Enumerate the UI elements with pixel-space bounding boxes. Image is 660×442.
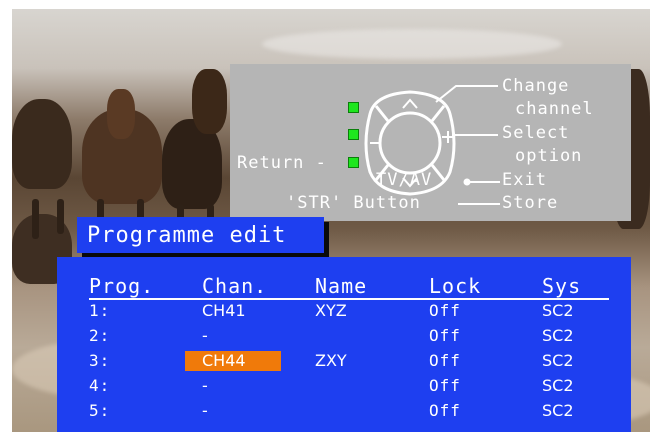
row-chan[interactable]: - [202, 326, 208, 346]
programme-table: Prog. Chan. Name Lock Sys 1: CH41 XYZ Of… [57, 257, 631, 432]
exit-label: Exit [502, 170, 547, 190]
menu-title-bar: Programme edit [77, 217, 324, 253]
col-header-chan: Chan. [202, 274, 268, 298]
row-lock[interactable]: Off [429, 301, 461, 321]
row-prog: 1: [89, 301, 111, 320]
row-sys[interactable]: SC2 [542, 376, 574, 396]
led-indicator-return [348, 157, 359, 168]
led-indicator-top [348, 102, 359, 113]
col-header-lock: Lock [429, 274, 482, 298]
change-label: Change [502, 76, 570, 96]
led-indicator-middle [348, 129, 359, 140]
row-prog: 3: [89, 351, 111, 370]
row-sys[interactable]: SC2 [542, 301, 574, 321]
row-lock[interactable]: Off [429, 326, 461, 346]
row-chan-highlighted[interactable]: CH44 [185, 351, 281, 371]
option-label: option [515, 146, 583, 166]
row-lock[interactable]: Off [429, 351, 461, 371]
store-label: Store [502, 193, 559, 213]
col-header-sys: Sys [542, 274, 582, 298]
row-lock[interactable]: Off [429, 401, 461, 421]
up-arrow-icon [402, 98, 418, 109]
row-sys[interactable]: SC2 [542, 401, 574, 421]
col-header-name: Name [315, 274, 368, 298]
dpad-inner-ring [378, 111, 442, 175]
row-lock[interactable]: Off [429, 376, 461, 396]
row-name[interactable]: XYZ [315, 301, 347, 321]
row-prog: 2: [89, 326, 111, 345]
row-chan[interactable]: - [202, 376, 208, 396]
header-divider [89, 298, 609, 300]
str-button-label: 'STR' Button [286, 193, 421, 213]
row-name[interactable]: ZXY [315, 351, 347, 371]
row-chan[interactable]: CH41 [202, 301, 246, 321]
exit-dot-icon [463, 178, 471, 186]
select-label: Select [502, 123, 570, 143]
return-label: Return - [237, 153, 327, 173]
tv-screen: Change channel Select option Return - TV… [12, 9, 650, 432]
dpad-segment-lines [374, 105, 446, 181]
col-header-prog: Prog. [89, 274, 155, 298]
row-chan[interactable]: - [202, 401, 208, 421]
menu-title: Programme edit [87, 223, 287, 248]
row-sys[interactable]: SC2 [542, 326, 574, 346]
row-prog: 5: [89, 401, 111, 420]
change-channel-pointer [435, 85, 498, 103]
tv-av-label: TV/AV [376, 170, 433, 190]
row-prog: 4: [89, 376, 111, 395]
channel-label: channel [515, 99, 594, 119]
remote-help-panel: Change channel Select option Return - TV… [230, 64, 631, 221]
row-sys[interactable]: SC2 [542, 351, 574, 371]
